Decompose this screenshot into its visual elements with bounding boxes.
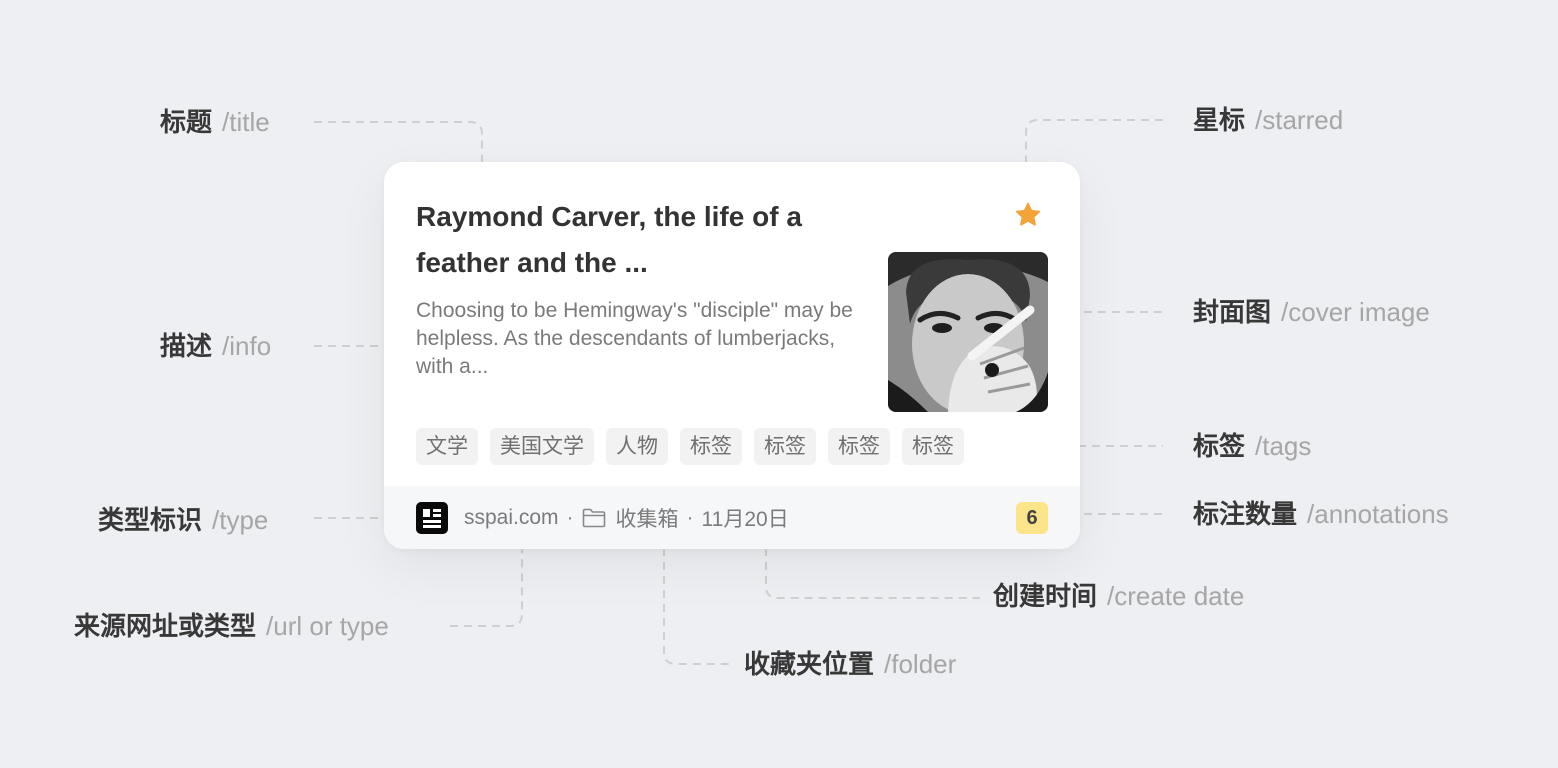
label-tags-en: /tags (1255, 431, 1312, 461)
label-url: 来源网址或类型/url or type (74, 611, 389, 641)
label-url-en: /url or type (266, 611, 389, 641)
tag-item[interactable]: 标签 (828, 428, 890, 465)
card-title[interactable]: Raymond Carver, the life of a feather an… (416, 194, 856, 286)
label-starred: 星标/starred (1193, 105, 1343, 135)
label-type-en: /type (212, 505, 269, 535)
label-title-en: /title (222, 107, 270, 137)
label-title-zh: 标题 (160, 107, 213, 137)
label-tags: 标签/tags (1193, 431, 1311, 461)
tag-item[interactable]: 人物 (606, 428, 668, 465)
annotations-count-badge[interactable]: 6 (1016, 502, 1048, 534)
separator: · (686, 505, 694, 529)
label-url-zh: 来源网址或类型 (74, 611, 257, 641)
label-info: 描述/info (160, 331, 271, 361)
label-title: 标题/title (160, 107, 270, 137)
label-annotations-zh: 标注数量 (1193, 499, 1298, 529)
label-folder-zh: 收藏夹位置 (744, 649, 875, 679)
folder-name[interactable]: 收集箱 (616, 503, 679, 533)
label-folder: 收藏夹位置/folder (744, 649, 956, 679)
label-starred-en: /starred (1255, 105, 1344, 135)
label-type-zh: 类型标识 (98, 505, 203, 535)
label-info-zh: 描述 (160, 331, 213, 361)
bookmark-card[interactable]: Raymond Carver, the life of a feather an… (384, 162, 1080, 549)
tag-item[interactable]: 标签 (680, 428, 742, 465)
separator: · (566, 505, 574, 529)
type-icon (416, 502, 448, 534)
label-create-date-zh: 创建时间 (993, 581, 1098, 611)
tag-item[interactable]: 美国文学 (490, 428, 594, 465)
card-footer: sspai.com · 收集箱 · 11月20日 6 (384, 486, 1080, 549)
tag-item[interactable]: 标签 (902, 428, 964, 465)
cover-image[interactable] (888, 252, 1048, 412)
label-create-date: 创建时间/create date (993, 581, 1244, 611)
tag-item[interactable]: 文学 (416, 428, 478, 465)
label-cover-en: /cover image (1281, 297, 1430, 327)
label-cover: 封面图/cover image (1193, 297, 1430, 327)
create-date: 11月20日 (701, 507, 789, 531)
folder-icon (582, 508, 605, 527)
cover-photo (888, 252, 1048, 412)
label-tags-zh: 标签 (1193, 431, 1246, 461)
label-folder-en: /folder (884, 649, 957, 679)
tag-item[interactable]: 标签 (754, 428, 816, 465)
label-annotations-en: /annotations (1307, 499, 1449, 529)
label-starred-zh: 星标 (1193, 105, 1246, 135)
source-url[interactable]: sspai.com (464, 506, 559, 530)
footer-meta: sspai.com · 收集箱 · 11月20日 (464, 486, 789, 549)
label-create-date-en: /create date (1107, 581, 1245, 611)
label-type: 类型标识/type (98, 505, 268, 535)
label-cover-zh: 封面图 (1193, 297, 1272, 327)
label-annotations: 标注数量/annotations (1193, 499, 1449, 529)
star-icon[interactable] (1014, 201, 1042, 229)
label-info-en: /info (222, 331, 272, 361)
tag-list: 文学 美国文学 人物 标签 标签 标签 标签 (416, 428, 964, 465)
card-description: Choosing to be Hemingway's "disciple" ma… (416, 299, 853, 378)
